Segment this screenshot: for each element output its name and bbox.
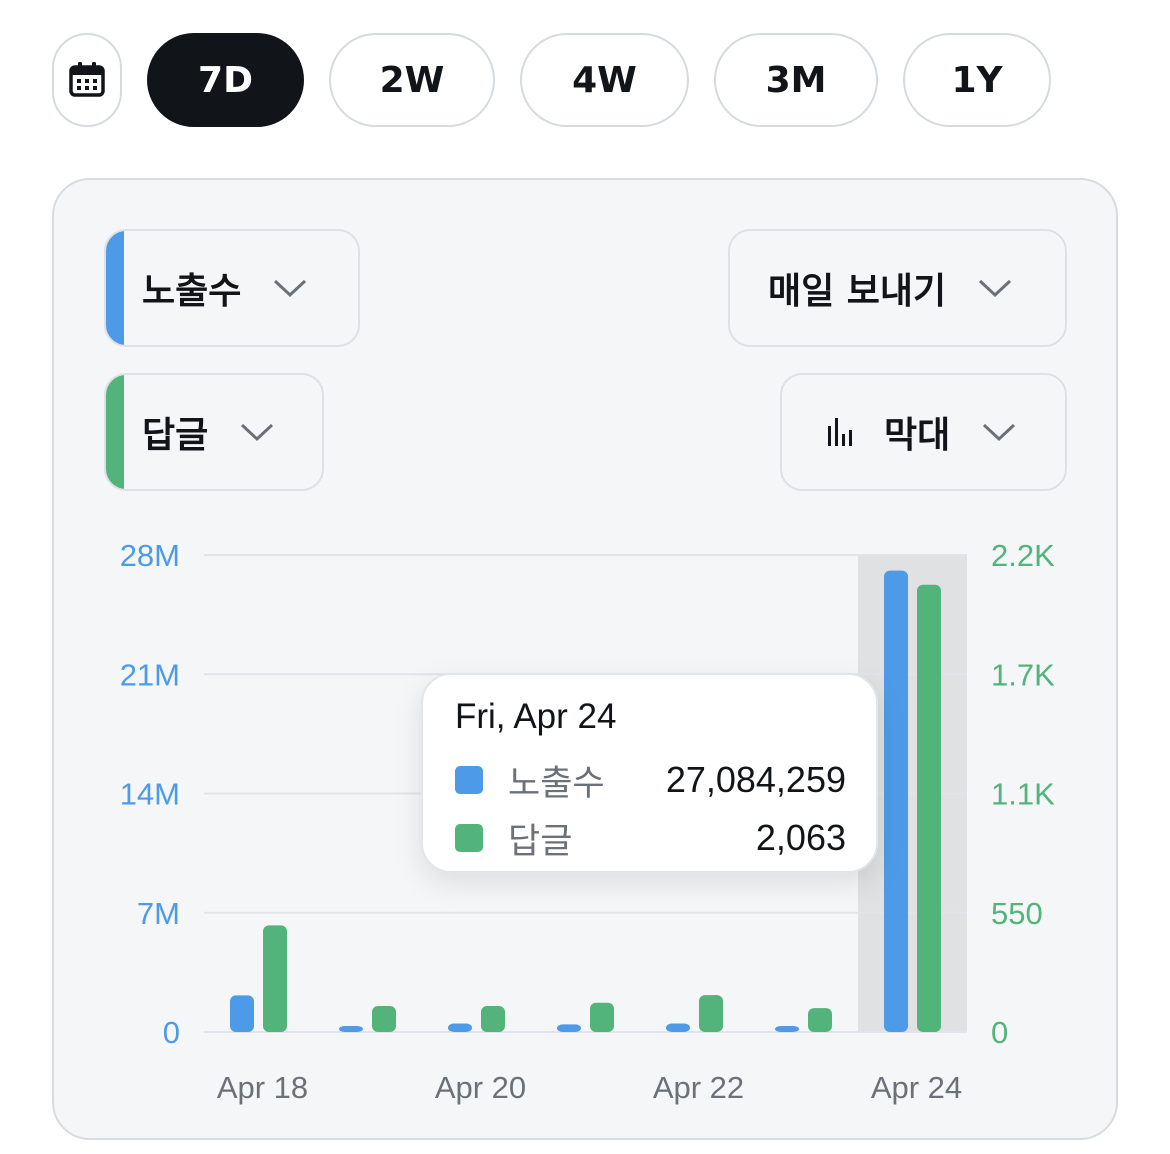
- tooltip-metric1-value: 27,084,259: [665, 759, 846, 800]
- bar-chart: 0 7M 14M 21M 28M 0 550 1.1K 1.7K 2.2K Apr 18 Apr 20…: [120, 538, 1055, 1105]
- y-right-tick-label: 550: [991, 896, 1043, 931]
- bar-metric2: [699, 995, 723, 1032]
- y-right-tick-label: 0: [991, 1015, 1008, 1050]
- bar-metric1: [230, 995, 254, 1032]
- bar-metric2: [590, 1002, 614, 1032]
- tooltip-metric2-value: 2,063: [755, 817, 846, 858]
- tooltip-date: Fri, Apr 24: [455, 697, 617, 736]
- bar-metric2: [917, 584, 941, 1032]
- bar-metric2: [808, 1008, 832, 1032]
- y-left-tick-label: 0: [163, 1015, 180, 1050]
- y-left-tick-label: 7M: [137, 896, 180, 931]
- tooltip-row-metric1: 노출수 27,084,259: [455, 758, 846, 803]
- bar-metric1: [775, 1026, 799, 1032]
- bar-metric1: [884, 570, 908, 1032]
- tooltip-row-metric2: 답글 2,063: [455, 816, 846, 861]
- x-tick-label: Apr 18: [217, 1070, 308, 1105]
- bar-metric2: [481, 1005, 505, 1032]
- y-right-tick-label: 1.7K: [991, 657, 1055, 692]
- bar-metric1: [666, 1023, 690, 1032]
- chart-tooltip: Fri, Apr 24 노출수 27,084,259 답글 2,063: [421, 673, 878, 873]
- bar-metric2: [263, 925, 287, 1032]
- tooltip-metric1-swatch: [455, 766, 483, 794]
- x-tick-label: Apr 22: [653, 1070, 744, 1105]
- tooltip-metric2-name: 답글: [508, 821, 573, 861]
- x-tick-label: Apr 24: [871, 1070, 962, 1105]
- y-right-tick-label: 2.2K: [991, 538, 1055, 573]
- tooltip-metric2-swatch: [455, 824, 483, 852]
- y-left-tick-label: 28M: [120, 538, 180, 573]
- bar-metric2: [372, 1005, 396, 1032]
- x-tick-label: Apr 20: [435, 1070, 526, 1105]
- tooltip-metric1-name: 노출수: [508, 763, 605, 803]
- bar-metric1: [448, 1023, 472, 1032]
- y-right-tick-label: 1.1K: [991, 777, 1055, 812]
- y-left-tick-label: 14M: [120, 777, 180, 812]
- bar-metric1: [557, 1024, 581, 1032]
- bar-metric1: [339, 1026, 363, 1032]
- y-left-tick-label: 21M: [120, 657, 180, 692]
